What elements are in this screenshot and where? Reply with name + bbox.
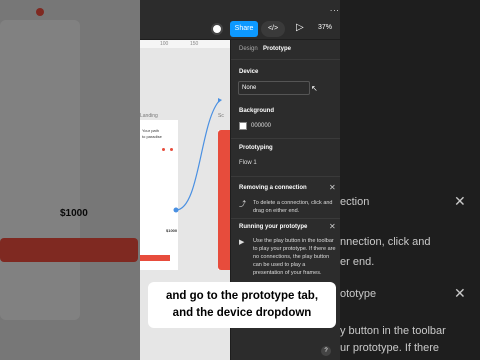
avatar[interactable] bbox=[211, 23, 223, 35]
background-red-dot bbox=[36, 8, 44, 16]
tab-design[interactable]: Design bbox=[239, 46, 258, 52]
top-toolbar: ... Share </> ▷ 37% bbox=[140, 0, 340, 40]
ruler-tick: 100 bbox=[160, 41, 169, 47]
connection-icon: ⤴ bbox=[239, 201, 246, 208]
prototyping-section-title: Prototyping bbox=[239, 145, 273, 151]
background-text: er end. bbox=[340, 256, 375, 268]
play-icon: ▶ bbox=[239, 239, 245, 246]
background-price: $1000 bbox=[60, 208, 88, 219]
device-section-title: Device bbox=[239, 69, 259, 75]
background-close-icon: ✕ bbox=[454, 285, 466, 301]
mouse-cursor-icon: ↖ bbox=[311, 84, 318, 93]
running-prototype-title: Running your prototype bbox=[239, 224, 308, 230]
close-icon[interactable]: ✕ bbox=[329, 183, 336, 192]
tab-prototype[interactable]: Prototype bbox=[263, 46, 291, 52]
device-dropdown[interactable]: None bbox=[238, 81, 310, 95]
more-options-icon[interactable]: ... bbox=[330, 4, 340, 13]
play-icon[interactable]: ▷ bbox=[296, 22, 304, 33]
background-text: ur prototype. If there bbox=[340, 342, 440, 354]
close-icon[interactable]: ✕ bbox=[329, 222, 336, 231]
divider bbox=[231, 218, 340, 219]
caption-line: and go to the prototype tab, bbox=[165, 290, 319, 302]
horizontal-ruler: 100 150 bbox=[140, 40, 230, 48]
share-button[interactable]: Share bbox=[230, 21, 258, 37]
background-close-icon: ✕ bbox=[454, 193, 466, 209]
removing-connection-text: To delete a connection, click and drag o… bbox=[253, 200, 333, 214]
background-text: ection bbox=[340, 196, 370, 208]
caption-line: and the device dropdown bbox=[172, 307, 312, 319]
flow-item[interactable]: Flow 1 bbox=[239, 160, 257, 166]
zoom-level[interactable]: 37% bbox=[318, 24, 332, 31]
video-frame: $1000 ection ✕ nnection, click and er en… bbox=[0, 0, 480, 360]
background-left-blur: $1000 bbox=[0, 0, 140, 360]
background-card bbox=[0, 20, 80, 320]
ruler-tick: 150 bbox=[190, 41, 199, 47]
divider bbox=[231, 176, 340, 177]
background-red-button bbox=[0, 238, 138, 262]
background-right-blur: ection ✕ nnection, click and er end. oto… bbox=[340, 0, 480, 360]
running-prototype-text: Use the play button in the toolbar to pl… bbox=[253, 238, 336, 276]
dev-mode-toggle[interactable]: </> bbox=[261, 21, 285, 37]
help-button[interactable]: ? bbox=[321, 346, 331, 356]
background-color-swatch[interactable] bbox=[239, 122, 247, 130]
background-section-title: Background bbox=[239, 108, 275, 114]
background-text: y button in the toolbar bbox=[340, 325, 446, 337]
video-caption: and go to the prototype tab, and the dev… bbox=[148, 282, 336, 328]
background-hex-value[interactable]: 000000 bbox=[251, 123, 271, 129]
divider bbox=[231, 138, 340, 139]
removing-connection-title: Removing a connection bbox=[239, 185, 307, 191]
background-text: nnection, click and bbox=[340, 236, 431, 248]
background-text: ototype bbox=[340, 288, 377, 300]
panel-tabs: Design Prototype bbox=[231, 40, 340, 60]
